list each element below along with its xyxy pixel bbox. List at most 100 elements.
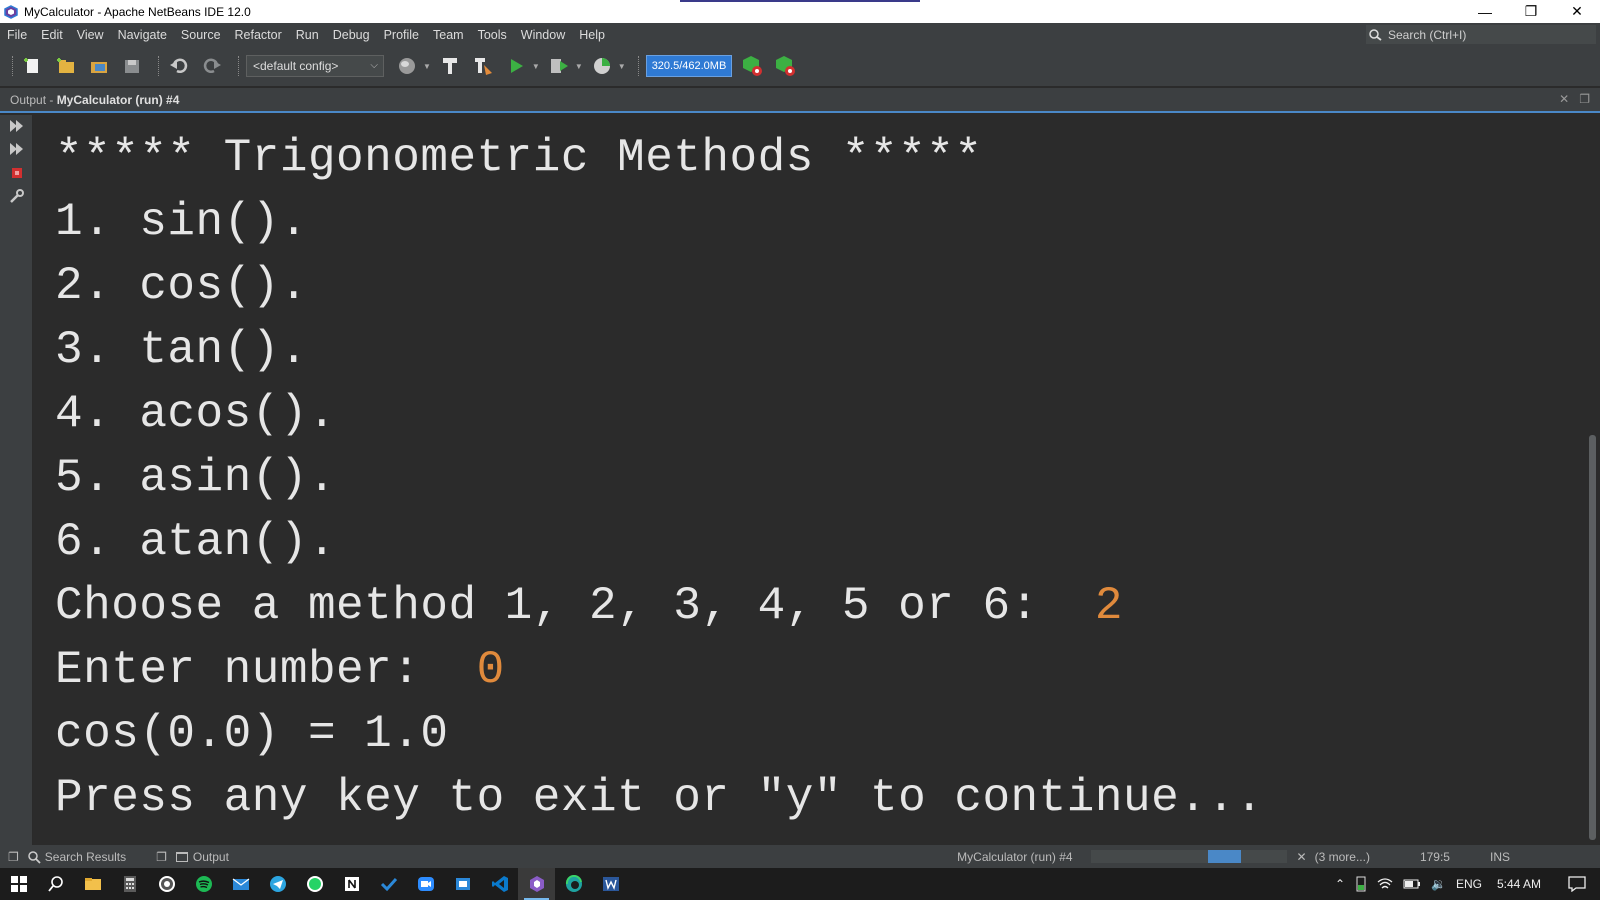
new-file-icon: [24, 58, 38, 73]
toolbar-separator: [238, 56, 240, 76]
minimize-panel-icon[interactable]: ❐: [156, 850, 167, 864]
console-line: ***** Trigonometric Methods *****: [55, 132, 983, 184]
mail-icon: [232, 878, 249, 890]
stop-button[interactable]: [8, 164, 26, 182]
language-indicator[interactable]: ENG: [1456, 877, 1482, 891]
zoom-button[interactable]: [407, 868, 444, 900]
telegram-button[interactable]: [259, 868, 296, 900]
spotify-button[interactable]: [185, 868, 222, 900]
output-actions-strip: [0, 115, 33, 845]
settings-button[interactable]: [8, 187, 26, 205]
clock[interactable]: 5:44 AM: [1497, 877, 1541, 891]
run-button[interactable]: [503, 53, 529, 79]
volume-icon[interactable]: 🔉: [1431, 877, 1446, 891]
search-results-tab[interactable]: Search Results: [27, 850, 126, 864]
minimize-icon[interactable]: —: [1462, 0, 1508, 23]
search-icon[interactable]: [1368, 27, 1384, 43]
rerun-with-options-button[interactable]: [8, 140, 26, 158]
vscode-button[interactable]: [481, 868, 518, 900]
chevron-up-icon[interactable]: ⌃: [1335, 877, 1345, 891]
notification-icon[interactable]: [1568, 876, 1586, 892]
menu-edit[interactable]: Edit: [35, 28, 69, 42]
undo-icon: [170, 58, 188, 73]
restore-icon[interactable]: ❐: [1508, 0, 1554, 23]
config-select[interactable]: <default config> ⌵: [246, 55, 384, 77]
file-explorer-button[interactable]: [74, 868, 111, 900]
open-project-button[interactable]: [86, 53, 112, 79]
whatsapp-button[interactable]: [296, 868, 333, 900]
title-accent-line: [680, 0, 920, 2]
menu-profile[interactable]: Profile: [378, 28, 425, 42]
chrome-button[interactable]: [148, 868, 185, 900]
debug-button[interactable]: [546, 53, 572, 79]
rerun-options-icon: [10, 143, 23, 155]
redo-button[interactable]: [199, 53, 225, 79]
scrollbar-thumb[interactable]: [1589, 435, 1596, 840]
menu-debug[interactable]: Debug: [327, 28, 376, 42]
stop-icon: [12, 168, 22, 178]
new-file-button[interactable]: [20, 53, 46, 79]
toolbar-separator: [158, 56, 160, 76]
menu-navigate[interactable]: Navigate: [112, 28, 173, 42]
netbeans-taskbar-button[interactable]: [518, 868, 555, 900]
new-project-button[interactable]: [53, 53, 79, 79]
chevron-down-icon[interactable]: ▼: [618, 62, 626, 71]
word-button[interactable]: [592, 868, 629, 900]
close-icon[interactable]: ✕: [1559, 92, 1569, 106]
search-input[interactable]: [1388, 27, 1578, 42]
output-console[interactable]: ***** Trigonometric Methods ***** 1. sin…: [33, 115, 1585, 845]
close-icon[interactable]: ✕: [1554, 0, 1600, 23]
build-button[interactable]: [437, 53, 463, 79]
minimize-panel-icon[interactable]: ❐: [8, 850, 19, 864]
undo-button[interactable]: [166, 53, 192, 79]
chrome-icon: [158, 876, 175, 892]
netbeans-logo-icon: [4, 4, 18, 19]
browser-button[interactable]: [394, 53, 420, 79]
menu-tools[interactable]: Tools: [472, 28, 513, 42]
todo-button[interactable]: [370, 868, 407, 900]
toolbar-separator: [12, 56, 14, 76]
chevron-down-icon: ⌵: [370, 60, 378, 71]
profile-button[interactable]: [589, 53, 615, 79]
output-tab-header[interactable]: Output - MyCalculator (run) #4 ✕ ❐: [0, 88, 1600, 113]
battery-icon[interactable]: [1403, 878, 1421, 890]
menu-view[interactable]: View: [71, 28, 110, 42]
clean-build-button[interactable]: [470, 53, 496, 79]
console-line: Choose a method 1, 2, 3, 4, 5 or 6: 2: [55, 580, 1123, 632]
output-tab[interactable]: Output: [175, 850, 229, 864]
config-value: <default config>: [253, 59, 339, 73]
play-icon: [510, 59, 523, 73]
menu-file[interactable]: File: [0, 28, 33, 42]
profiler-snapshot-button[interactable]: [773, 53, 799, 79]
menu-help[interactable]: Help: [573, 28, 611, 42]
edge-button[interactable]: [555, 868, 592, 900]
restore-window-icon[interactable]: ❐: [1579, 92, 1590, 106]
chevron-down-icon[interactable]: ▼: [423, 62, 431, 71]
wifi-icon[interactable]: [1377, 877, 1393, 891]
menu-team[interactable]: Team: [427, 28, 470, 42]
more-tasks-link[interactable]: (3 more...): [1315, 850, 1370, 864]
console-line: Enter number: 0: [55, 644, 505, 696]
battery-indicator-icon[interactable]: [1355, 876, 1367, 892]
profile-icon: [593, 58, 610, 74]
save-all-button[interactable]: [119, 53, 145, 79]
console-scrollbar[interactable]: [1585, 115, 1600, 845]
calculator-button[interactable]: [111, 868, 148, 900]
start-button[interactable]: [0, 868, 37, 900]
chevron-down-icon[interactable]: ▼: [575, 62, 583, 71]
snip-button[interactable]: [444, 868, 481, 900]
mail-button[interactable]: [222, 868, 259, 900]
menu-source[interactable]: Source: [175, 28, 227, 42]
toolbar-separator: [637, 56, 640, 76]
notion-button[interactable]: [333, 868, 370, 900]
title-bar: MyCalculator - Apache NetBeans IDE 12.0 …: [0, 0, 1600, 23]
menu-run[interactable]: Run: [290, 28, 325, 42]
menu-refactor[interactable]: Refactor: [229, 28, 288, 42]
cancel-progress-icon[interactable]: ✕: [1297, 850, 1307, 864]
chevron-down-icon[interactable]: ▼: [532, 62, 540, 71]
rerun-button[interactable]: [8, 117, 26, 135]
menu-window[interactable]: Window: [515, 28, 571, 42]
memory-indicator[interactable]: 320.5/462.0MB: [645, 55, 733, 77]
taskbar-search-button[interactable]: [37, 868, 74, 900]
gc-button[interactable]: [740, 53, 766, 79]
